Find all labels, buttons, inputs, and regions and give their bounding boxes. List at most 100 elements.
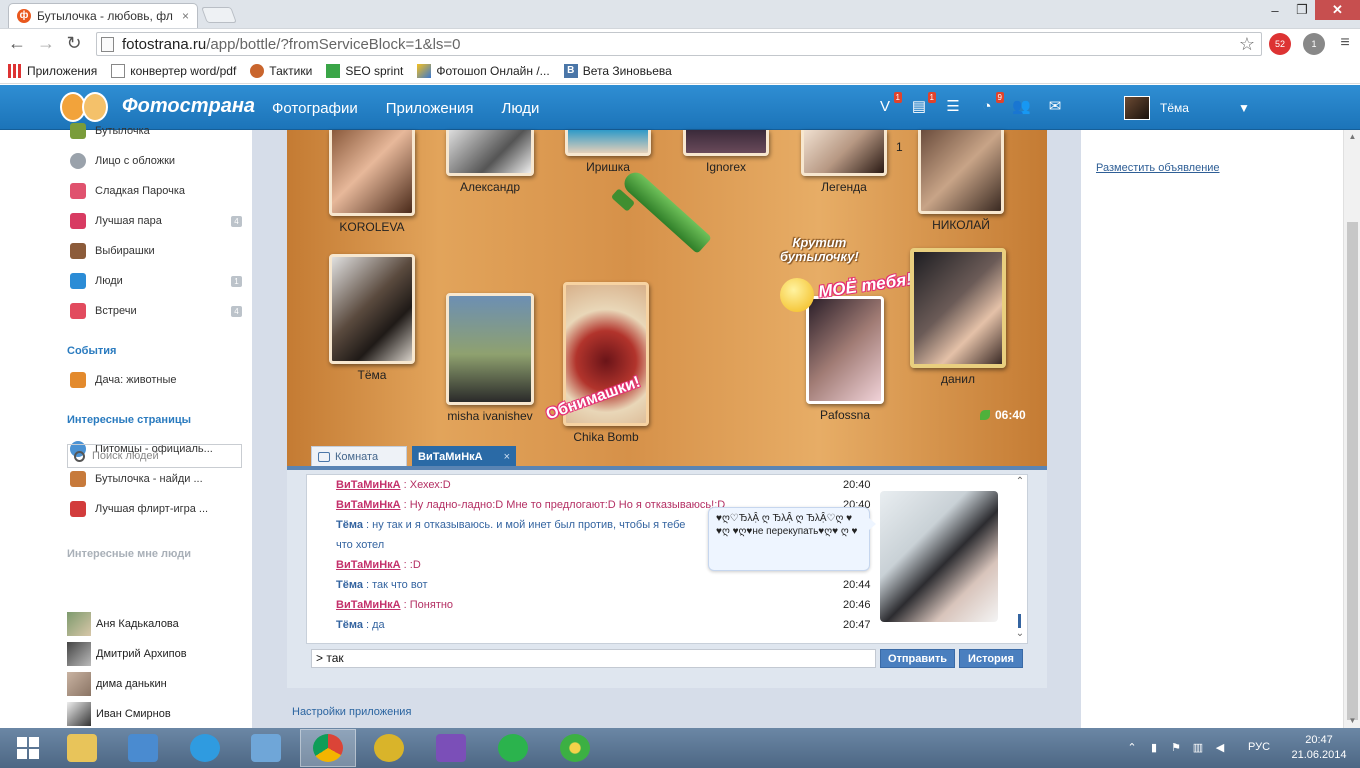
taskbar-mail-agent[interactable] <box>485 729 541 767</box>
scroll-up-icon[interactable]: ▲ <box>1348 132 1357 141</box>
sidebar-item-bottle-page[interactable]: Бутылочка - найди ... <box>70 468 203 490</box>
flag-icon[interactable]: ⚑ <box>1170 742 1182 754</box>
events-heading[interactable]: События <box>67 345 116 357</box>
bookmark-tactics[interactable]: Тактики <box>250 63 312 78</box>
player-seat-tema[interactable]: Тёма <box>329 254 415 382</box>
chevron-up-icon[interactable]: ⌃ <box>1014 476 1026 488</box>
friends-icon[interactable]: 👥 <box>1012 98 1031 116</box>
chevron-up-icon[interactable]: ⌃ <box>1126 742 1138 754</box>
taskbar-app-bird[interactable] <box>361 729 417 767</box>
bookmark-photoshop[interactable]: Фотошоп Онлайн /... <box>417 63 550 78</box>
sidebar-item-cover-face[interactable]: Лицо с обложки <box>70 150 175 172</box>
send-button[interactable]: Отправить <box>880 649 955 668</box>
list-icon[interactable]: ☰ <box>944 98 962 116</box>
pages-heading[interactable]: Интересные страницы <box>67 414 191 426</box>
taskbar-visual-studio[interactable] <box>423 729 479 767</box>
window-maximize-button[interactable]: ❐ <box>1289 0 1315 20</box>
back-icon[interactable]: ← <box>6 32 28 54</box>
taskbar-control-panel[interactable] <box>238 729 294 767</box>
power-icon[interactable]: ▮ <box>1148 742 1160 754</box>
forward-icon[interactable]: → <box>35 32 57 54</box>
sidebar-item-dacha[interactable]: Дача: животные <box>70 369 177 391</box>
player-seat-chika-bomb[interactable]: Chika Bomb <box>563 282 649 444</box>
player-seat-ignorex[interactable]: Ignorex <box>683 130 769 174</box>
extension-icon-2[interactable]: 1 <box>1303 33 1325 55</box>
nav-photos[interactable]: Фотографии <box>272 100 358 117</box>
person-item[interactable]: дима данькин <box>67 672 167 696</box>
sidebar-item-flirt-game[interactable]: Лучшая флирт-игра ... <box>70 498 208 520</box>
new-tab-button[interactable] <box>201 7 237 23</box>
language-indicator[interactable]: РУС <box>1248 741 1270 753</box>
start-button[interactable] <box>0 729 56 767</box>
player-seat-koroleva[interactable]: KOROLEVA <box>329 130 415 234</box>
close-icon[interactable]: × <box>504 451 510 463</box>
player-seat-aleksandr[interactable]: Александр <box>446 130 534 194</box>
bookmark-apps[interactable]: Приложения <box>8 63 97 78</box>
extension-icon-1[interactable]: 52 <box>1269 33 1291 55</box>
chrome-menu-icon[interactable]: ≡ <box>1334 32 1356 54</box>
player-seat-misha[interactable]: misha ivanishev <box>446 293 534 423</box>
taskbar-computer[interactable] <box>115 729 171 767</box>
message-author[interactable]: ВиТаМиНкА <box>336 559 401 571</box>
volume-icon[interactable]: ◀ <box>1214 742 1226 754</box>
message-author[interactable]: Тёма <box>336 619 363 631</box>
window-minimize-button[interactable]: – <box>1261 0 1289 20</box>
sidebar-item-people[interactable]: Люди <box>70 270 123 292</box>
v-icon[interactable]: V1 <box>876 92 902 116</box>
sidebar-item-bottle[interactable]: Бутылочка <box>70 120 150 142</box>
chat-message-input[interactable]: > так <box>311 649 876 668</box>
player-seat-legenda[interactable]: Легенда <box>801 130 887 194</box>
scroll-down-icon[interactable]: ▼ <box>1348 716 1357 725</box>
tab-close-icon[interactable]: × <box>182 9 189 23</box>
chat-scrollbar[interactable]: ⌃ ⌄ <box>1014 476 1026 642</box>
scroll-thumb[interactable] <box>1347 222 1358 720</box>
bookmark-converter[interactable]: конвертер word/pdf <box>111 63 236 78</box>
place-ad-link[interactable]: Разместить объявление <box>1096 162 1220 174</box>
address-bar[interactable]: fotostrana.ru/app/bottle/?fromServiceBlo… <box>96 32 1262 56</box>
news-icon[interactable]: ▤ 1 <box>910 92 936 116</box>
partner-photo[interactable] <box>880 491 998 622</box>
player-seat-pafossna[interactable]: Pafossna <box>806 296 884 422</box>
scroll-thumb[interactable] <box>1018 614 1021 628</box>
reload-icon[interactable]: ↻ <box>63 32 85 54</box>
sidebar-item-choice[interactable]: Выбирашки <box>70 240 155 262</box>
nav-apps[interactable]: Приложения <box>386 100 474 117</box>
taskbar-chrome[interactable] <box>300 729 356 767</box>
player-seat-danil[interactable]: данил <box>910 248 1006 386</box>
message-author[interactable]: ВиТаМиНкА <box>336 499 401 511</box>
chevron-down-icon[interactable]: ⌄ <box>1014 628 1026 640</box>
taskbar-icq[interactable] <box>547 729 603 767</box>
pie-icon[interactable]: ◔ 9 <box>978 92 1004 116</box>
player-seat-nikolay[interactable]: НИКОЛАЙ <box>918 130 1004 232</box>
person-item[interactable]: Аня Кадькалова <box>67 612 179 636</box>
tab-private-chat[interactable]: ВиТаМиНкА × <box>412 446 516 468</box>
sidebar-item-best-pair[interactable]: Лучшая пара <box>70 210 162 232</box>
bookmark-seo-sprint[interactable]: SEO sprint <box>326 63 403 78</box>
browser-tab[interactable]: ф Бутылочка - любовь, фл × <box>8 3 198 28</box>
taskbar-explorer[interactable] <box>54 729 110 767</box>
person-item[interactable]: Дмитрий Архипов <box>67 642 187 666</box>
sidebar-item-meetings[interactable]: Встречи <box>70 300 137 322</box>
person-item[interactable]: Иван Смирнов <box>67 702 171 726</box>
network-icon[interactable]: ▥ <box>1192 742 1204 754</box>
taskbar-ie[interactable] <box>177 729 233 767</box>
history-button[interactable]: История <box>959 649 1023 668</box>
message-author[interactable]: Тёма <box>336 579 363 591</box>
bookmark-star-icon[interactable]: ☆ <box>1239 34 1255 55</box>
message-author[interactable]: Тёма <box>336 519 363 531</box>
fotostrana-logo[interactable]: Фотострана <box>56 88 255 124</box>
nav-people[interactable]: Люди <box>501 100 539 117</box>
window-close-button[interactable]: ✕ <box>1315 0 1360 20</box>
sidebar-item-sweet-couple[interactable]: Сладкая Парочка <box>70 180 185 202</box>
player-seat-irishka[interactable]: Иришка <box>565 130 651 174</box>
message-author[interactable]: ВиТаМиНкА <box>336 479 401 491</box>
tab-room[interactable]: Комната <box>311 446 407 468</box>
page-scrollbar[interactable]: ▲ ▼ <box>1343 130 1360 728</box>
clock[interactable]: 20:47 21.06.2014 <box>1291 733 1347 763</box>
bookmark-veta[interactable]: В Вета Зиновьева <box>563 63 672 78</box>
mail-icon[interactable]: ✉ <box>1046 98 1064 116</box>
user-menu[interactable]: Тёма ▼ <box>1124 96 1250 120</box>
message-author[interactable]: ВиТаМиНкА <box>336 599 401 611</box>
search-input[interactable]: Поиск людей <box>67 444 242 468</box>
app-settings-link[interactable]: Настройки приложения <box>292 706 411 718</box>
